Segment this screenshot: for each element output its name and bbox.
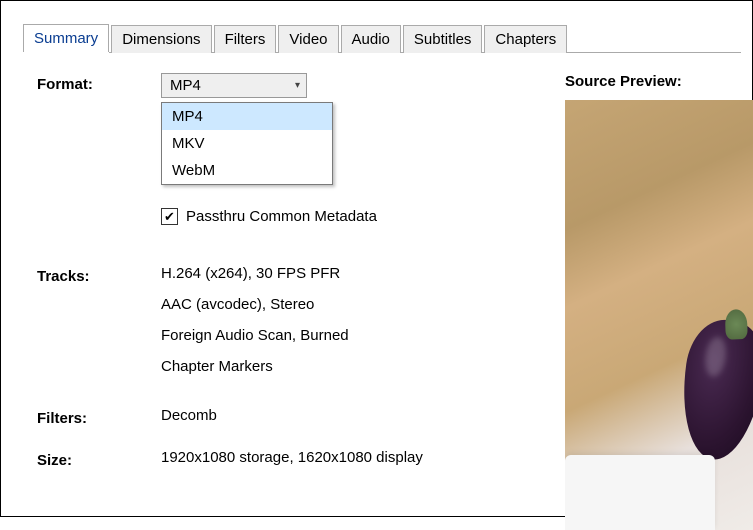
filters-value: Decomb: [161, 407, 537, 424]
format-select-value: MP4: [170, 77, 201, 94]
format-label: Format:: [37, 73, 161, 93]
tab-dimensions[interactable]: Dimensions: [111, 25, 211, 53]
tab-subtitles[interactable]: Subtitles: [403, 25, 483, 53]
track-line: Foreign Audio Scan, Burned: [161, 327, 537, 344]
format-dropdown: MP4 MKV WebM: [161, 102, 333, 185]
tab-video[interactable]: Video: [278, 25, 338, 53]
preview-eggplant: [674, 315, 753, 464]
size-value: 1920x1080 storage, 1620x1080 display: [161, 449, 537, 466]
tab-bar: Summary Dimensions Filters Video Audio S…: [23, 23, 741, 53]
tracks-list: H.264 (x264), 30 FPS PFR AAC (avcodec), …: [161, 265, 537, 389]
tab-summary[interactable]: Summary: [23, 24, 109, 53]
source-preview-label: Source Preview:: [565, 73, 753, 90]
size-label: Size:: [37, 449, 161, 469]
format-option-mp4[interactable]: MP4: [162, 103, 332, 130]
chevron-down-icon: ▾: [295, 80, 300, 91]
tab-filters[interactable]: Filters: [214, 25, 277, 53]
track-line: Chapter Markers: [161, 358, 537, 375]
format-option-webm[interactable]: WebM: [162, 157, 332, 184]
track-line: AAC (avcodec), Stereo: [161, 296, 537, 313]
source-preview-image: [565, 100, 753, 530]
tab-chapters[interactable]: Chapters: [484, 25, 567, 53]
passthru-label: Passthru Common Metadata: [186, 208, 377, 225]
passthru-checkbox[interactable]: ✔: [161, 208, 178, 225]
format-option-mkv[interactable]: MKV: [162, 130, 332, 157]
preview-cutboard: [565, 455, 715, 530]
tab-audio[interactable]: Audio: [341, 25, 401, 53]
track-line: H.264 (x264), 30 FPS PFR: [161, 265, 537, 282]
tracks-label: Tracks:: [37, 265, 161, 285]
filters-label: Filters:: [37, 407, 161, 427]
format-select[interactable]: MP4 ▾: [161, 73, 307, 98]
